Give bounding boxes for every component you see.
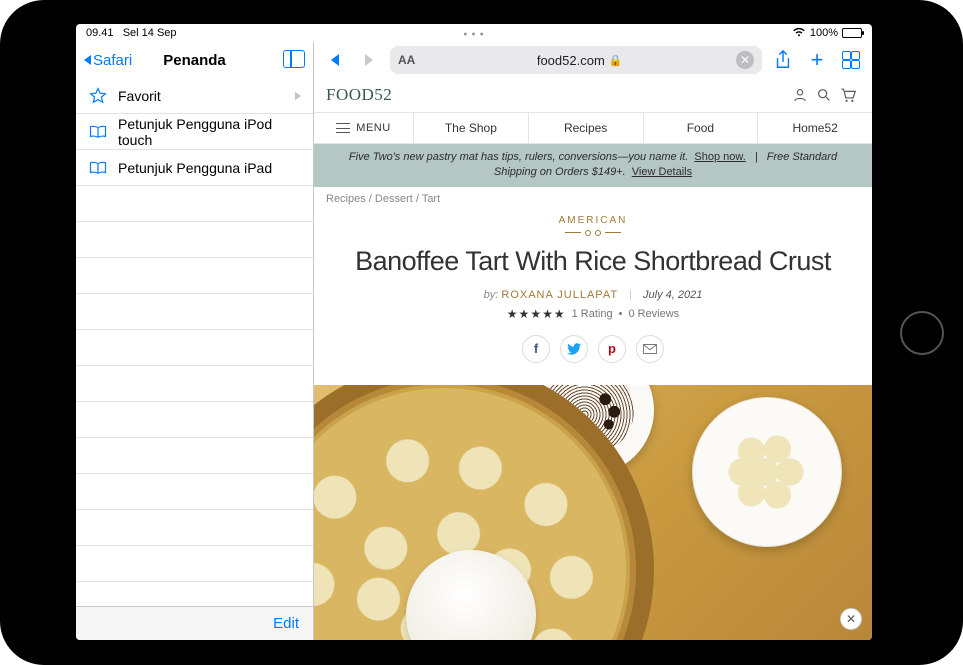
sidebar-item-ipad-guide[interactable]: Petunjuk Pengguna iPad bbox=[76, 150, 313, 186]
chevron-left-icon bbox=[84, 55, 91, 65]
clear-url-button[interactable]: ✕ bbox=[736, 51, 754, 69]
chevron-left-icon bbox=[331, 54, 339, 66]
crumb-dessert[interactable]: Dessert bbox=[375, 193, 413, 205]
tabs-button[interactable] bbox=[838, 51, 864, 69]
chevron-right-icon bbox=[365, 54, 373, 66]
recipe-title: Banoffee Tart With Rice Shortbread Crust bbox=[334, 246, 852, 277]
list-item bbox=[76, 186, 313, 222]
ipad-frame: 09.41 Sel 14 Sep ● ● ● 100% Safari bbox=[0, 0, 963, 665]
share-button[interactable] bbox=[770, 50, 796, 70]
email-share-button[interactable] bbox=[636, 335, 664, 363]
list-item bbox=[76, 546, 313, 582]
webview: AA food52.com 🔒 ✕ + bbox=[314, 42, 872, 640]
review-count: 0 Reviews bbox=[628, 308, 679, 320]
close-overlay-button[interactable]: ✕ bbox=[840, 608, 862, 630]
nav-home52[interactable]: Home52 bbox=[758, 113, 872, 143]
bookmarks-sidebar: Safari Penanda Favorit bbox=[76, 42, 314, 640]
pinterest-share-button[interactable]: p bbox=[598, 335, 626, 363]
sidebar-item-label: Petunjuk Pengguna iPod touch bbox=[118, 116, 301, 148]
nav-recipes[interactable]: Recipes bbox=[529, 113, 644, 143]
crumb-tart[interactable]: Tart bbox=[422, 193, 440, 205]
list-item bbox=[76, 294, 313, 330]
battery-icon bbox=[842, 28, 862, 38]
byline: by: ROXANA JULLAPAT | July 4, 2021 bbox=[334, 289, 852, 301]
sidebar-item-ipod-guide[interactable]: Petunjuk Pengguna iPod touch bbox=[76, 114, 313, 150]
star-icon bbox=[88, 86, 108, 106]
promo-text: Five Two's new pastry mat has tips, rule… bbox=[349, 151, 688, 163]
ratings-row[interactable]: ★★★★★ 1 Rating • 0 Reviews bbox=[334, 301, 852, 327]
sidebar-footer: Edit bbox=[76, 606, 313, 640]
status-time: 09.41 bbox=[86, 27, 114, 39]
battery-pct: 100% bbox=[810, 27, 838, 39]
banana-plate-graphic bbox=[692, 397, 842, 547]
nav-back-button[interactable] bbox=[322, 54, 348, 66]
book-icon bbox=[88, 122, 108, 142]
browser-toolbar: AA food52.com 🔒 ✕ + bbox=[314, 42, 872, 78]
category-divider bbox=[334, 230, 852, 236]
back-to-safari-button[interactable]: Safari bbox=[84, 52, 132, 69]
chevron-right-icon bbox=[295, 92, 301, 100]
author-link[interactable]: ROXANA JULLAPAT bbox=[501, 289, 618, 301]
list-item bbox=[76, 474, 313, 510]
bookmarks-list[interactable]: Favorit Petunjuk Pengguna iPod touch bbox=[76, 78, 313, 606]
screen: 09.41 Sel 14 Sep ● ● ● 100% Safari bbox=[76, 24, 872, 640]
edit-button[interactable]: Edit bbox=[273, 615, 299, 632]
publish-date: July 4, 2021 bbox=[643, 289, 702, 301]
hero-image: ✕ bbox=[314, 385, 872, 640]
hamburger-icon bbox=[336, 123, 350, 133]
breadcrumb: Recipes / Dessert / Tart bbox=[314, 187, 872, 211]
site-logo[interactable]: FOOD52 bbox=[326, 85, 392, 105]
promo-banner: Five Two's new pastry mat has tips, rule… bbox=[314, 144, 872, 187]
wifi-icon bbox=[792, 27, 806, 40]
lock-icon: 🔒 bbox=[609, 54, 623, 67]
nav-food[interactable]: Food bbox=[644, 113, 759, 143]
list-item bbox=[76, 438, 313, 474]
reader-aa-button[interactable]: AA bbox=[398, 53, 423, 67]
sidebar-item-favorites[interactable]: Favorit bbox=[76, 78, 313, 114]
home-button[interactable] bbox=[900, 311, 944, 355]
site-nav: MENU The Shop Recipes Food Home52 bbox=[314, 112, 872, 144]
sidebar-item-label: Petunjuk Pengguna iPad bbox=[118, 160, 272, 176]
facebook-share-button[interactable]: f bbox=[522, 335, 550, 363]
book-icon bbox=[88, 158, 108, 178]
site-header: FOOD52 bbox=[314, 78, 872, 112]
nav-forward-button bbox=[356, 54, 382, 66]
sidebar-item-label: Favorit bbox=[118, 88, 161, 104]
list-item bbox=[76, 222, 313, 258]
search-icon[interactable] bbox=[812, 87, 836, 103]
crumb-recipes[interactable]: Recipes bbox=[326, 193, 366, 205]
new-tab-button[interactable]: + bbox=[804, 49, 830, 71]
list-item bbox=[76, 582, 313, 606]
list-item bbox=[76, 402, 313, 438]
menu-button[interactable]: MENU bbox=[314, 113, 414, 143]
status-date: Sel 14 Sep bbox=[123, 27, 177, 39]
status-bar: 09.41 Sel 14 Sep ● ● ● 100% bbox=[76, 24, 872, 42]
sidebar-header: Safari Penanda bbox=[76, 42, 313, 78]
list-item bbox=[76, 258, 313, 294]
sidebar-toggle-icon[interactable] bbox=[283, 50, 305, 68]
cart-icon[interactable] bbox=[836, 87, 860, 103]
nav-the-shop[interactable]: The Shop bbox=[414, 113, 529, 143]
back-label: Safari bbox=[93, 52, 132, 69]
twitter-share-button[interactable] bbox=[560, 335, 588, 363]
rating-count: 1 Rating bbox=[572, 308, 613, 320]
list-item bbox=[76, 366, 313, 402]
tabs-icon bbox=[842, 51, 860, 69]
address-bar[interactable]: AA food52.com 🔒 ✕ bbox=[390, 46, 762, 74]
account-icon[interactable] bbox=[788, 87, 812, 103]
article-header: AMERICAN Banoffee Tart With Rice Shortbr… bbox=[314, 211, 872, 385]
list-item bbox=[76, 510, 313, 546]
page-content[interactable]: FOOD52 bbox=[314, 78, 872, 640]
star-icons: ★★★★★ bbox=[507, 307, 566, 321]
share-row: f p bbox=[334, 327, 852, 375]
promo-details-link[interactable]: View Details bbox=[632, 166, 692, 178]
list-item bbox=[76, 330, 313, 366]
multitask-indicator[interactable]: ● ● ● bbox=[463, 31, 485, 38]
promo-shop-link[interactable]: Shop now. bbox=[694, 151, 745, 163]
recipe-category[interactable]: AMERICAN bbox=[334, 215, 852, 226]
url-text: food52.com 🔒 bbox=[423, 53, 736, 68]
